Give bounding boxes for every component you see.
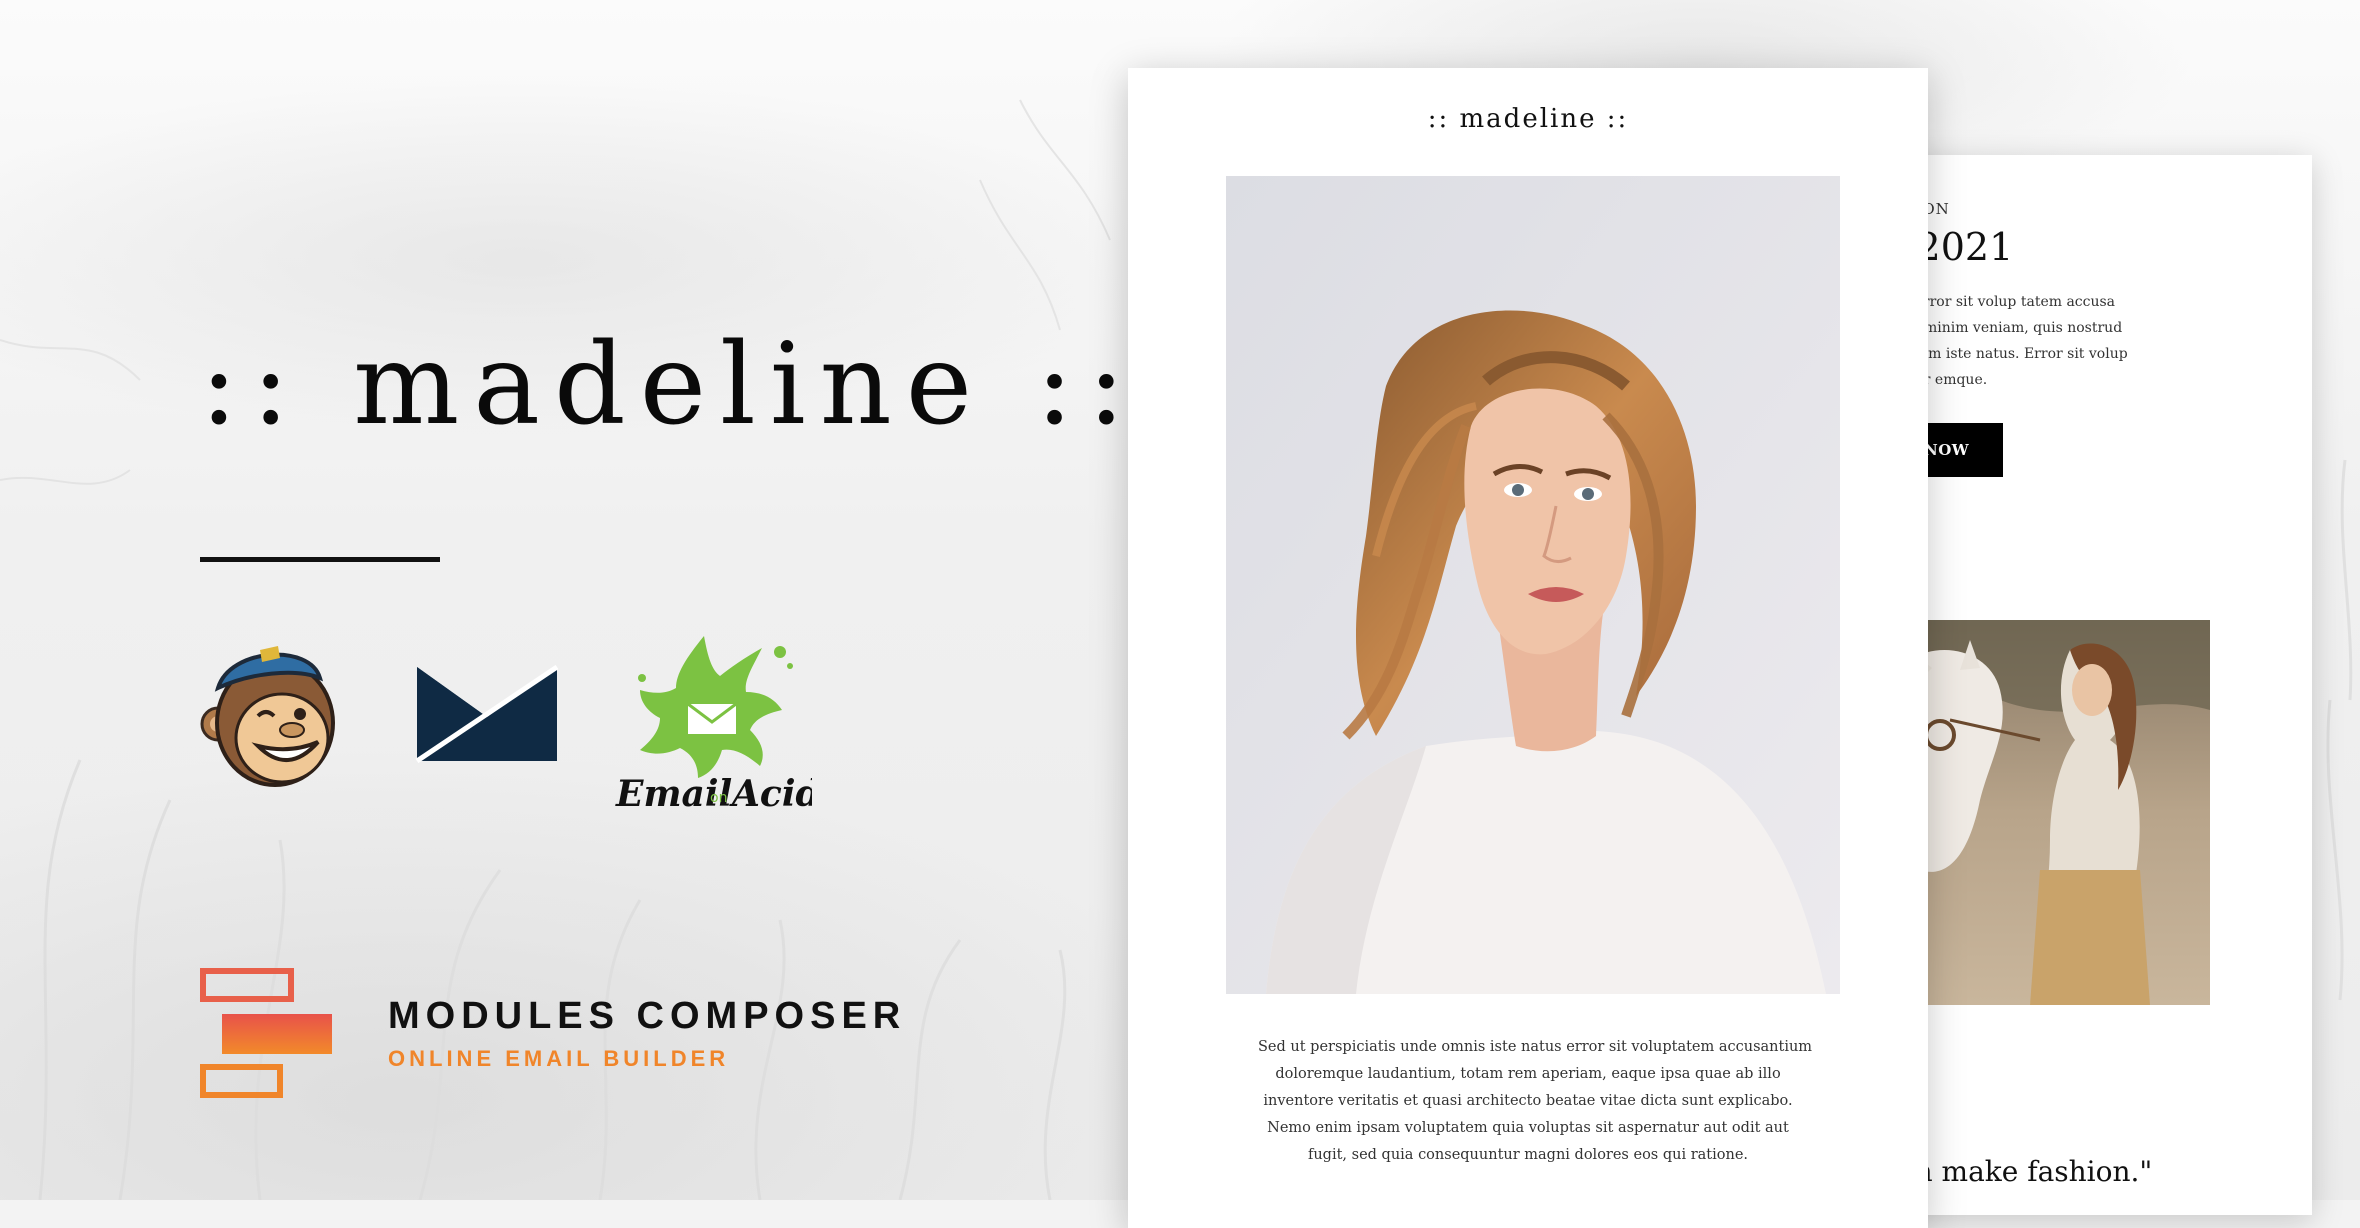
modules-composer-title: MODULES COMPOSER [388, 995, 907, 1037]
body-line: fugit, sed quia consequuntur magni dolor… [1307, 1147, 1749, 1163]
mailchimp-logo [200, 638, 345, 790]
email-header-title: :: madeline :: [1427, 104, 1629, 134]
campaign-monitor-logo [415, 664, 560, 765]
modules-composer-logo-icon [200, 968, 335, 1098]
email-body-text: Sed ut perspiciatis unde omnis iste natu… [1258, 1034, 1813, 1169]
body-line: doloremque laudantium, totam rem aperiam… [1275, 1066, 1781, 1082]
email-preview-main: :: madeline :: Sed ut perspiciatis unde … [1128, 68, 1928, 1228]
eoa-wordmark-2: Acid [729, 773, 812, 815]
hero-portrait-photo [1226, 176, 1840, 994]
email-on-acid-logo: Email on Acid [612, 618, 821, 818]
brand-title: :: madeline :: [200, 320, 1140, 450]
modules-composer-subtitle: ONLINE EMAIL BUILDER [388, 1046, 730, 1071]
body-line: Nemo enim ipsam voluptatem quia voluptas… [1267, 1120, 1789, 1136]
woman-with-horse-photo [1880, 620, 2210, 1005]
body-line: inventore veritatis et quasi architecto … [1263, 1093, 1793, 1109]
email-preview-secondary: ECTION n 2021 atus error sit volup tatem… [1880, 155, 2312, 1215]
eoa-wordmark-on: on [710, 790, 727, 806]
body-line: Sed ut perspiciatis unde omnis iste natu… [1258, 1039, 1813, 1055]
brand-divider [200, 557, 440, 562]
